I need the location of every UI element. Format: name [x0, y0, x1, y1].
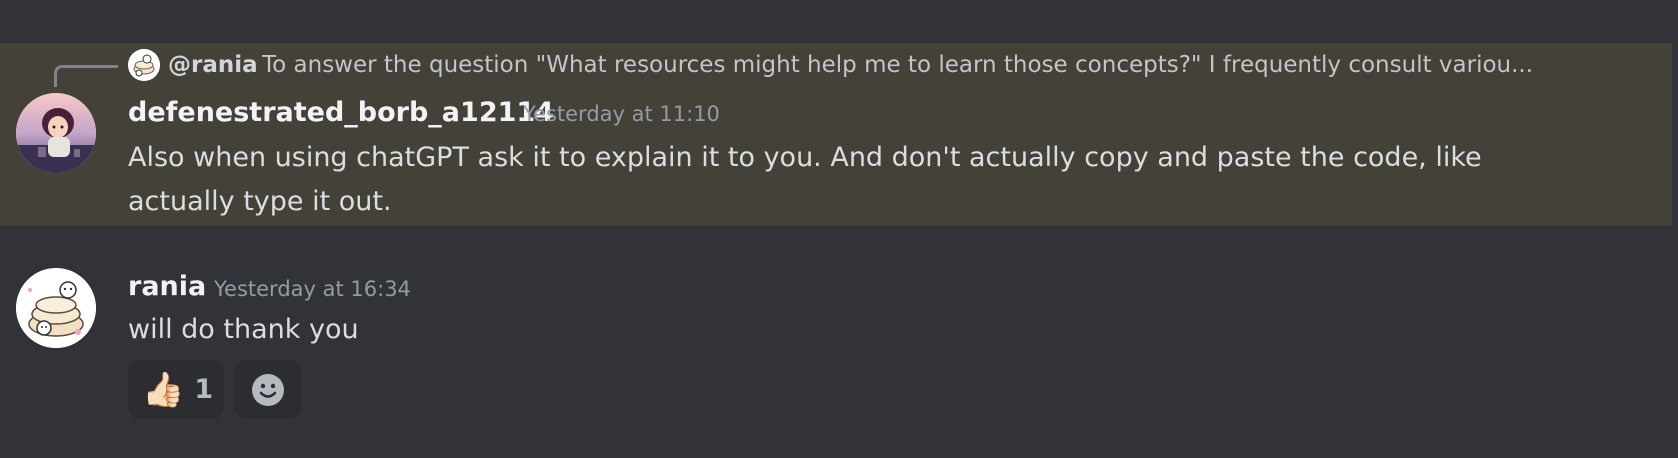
add-reaction-button[interactable] [234, 360, 301, 419]
reply-author-mention[interactable]: @rania [168, 50, 258, 80]
reaction-count: 1 [194, 374, 214, 405]
message-content: will do thank you [128, 314, 359, 345]
message-timestamp[interactable]: Yesterday at 16:34 [214, 272, 411, 306]
reaction-thumbs-up[interactable]: 👍🏻 1 [128, 360, 224, 419]
message-timestamp[interactable]: Yesterday at 11:10 [523, 97, 720, 131]
reply-spine-icon [54, 65, 118, 87]
message-author[interactable]: defenestrated_borb_a12114 [128, 96, 554, 130]
chat-messages: @rania To answer the question "What reso… [0, 0, 1678, 458]
reply-avatar[interactable] [128, 49, 160, 81]
avatar[interactable] [16, 93, 96, 173]
smile-face-icon [251, 373, 284, 406]
thumbs-up-icon: 👍🏻 [142, 369, 185, 410]
avatar[interactable] [16, 268, 96, 348]
message-author[interactable]: rania [128, 270, 206, 304]
reply-preview-text[interactable]: To answer the question "What resources m… [262, 50, 1582, 80]
message-content: Also when using chatGPT ask it to explai… [128, 142, 1482, 217]
